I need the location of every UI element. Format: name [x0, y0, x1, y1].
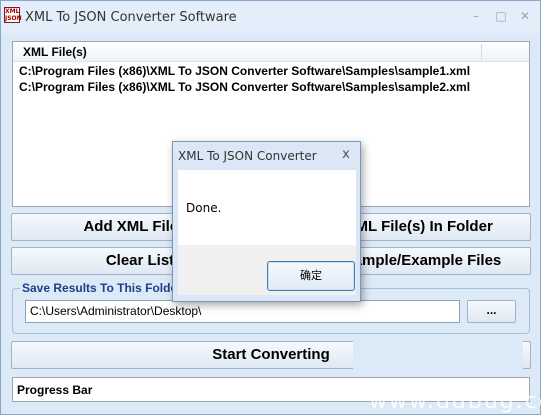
save-folder-label: Save Results To This Folder: [20, 281, 184, 295]
app-icon: XML JSON: [4, 7, 22, 23]
app-icon-text-bottom: JSON: [5, 15, 22, 22]
title-bar[interactable]: XML JSON XML To JSON Converter Software …: [1, 1, 540, 33]
progress-bar-label: Progress Bar: [17, 383, 93, 397]
done-dialog: XML To JSON Converter x Done. 确定: [172, 141, 361, 302]
dialog-footer: 确定: [178, 245, 356, 295]
list-item[interactable]: C:\Program Files (x86)\XML To JSON Conve…: [19, 80, 470, 94]
window-title: XML To JSON Converter Software: [25, 10, 237, 25]
dialog-body: Done.: [178, 170, 356, 245]
watermark: www.ddbug.cc: [369, 389, 541, 414]
dialog-title: XML To JSON Converter: [178, 149, 317, 163]
list-item[interactable]: C:\Program Files (x86)\XML To JSON Conve…: [19, 64, 470, 78]
obscured-area: [353, 339, 523, 377]
save-folder-input[interactable]: C:\Users\Administrator\Desktop\: [25, 300, 460, 323]
column-separator: [481, 44, 482, 60]
close-button[interactable]: ✕: [515, 7, 535, 25]
list-header[interactable]: XML File(s): [13, 42, 529, 62]
dialog-close-icon[interactable]: x: [337, 146, 355, 164]
dialog-message: Done.: [186, 201, 222, 215]
minimize-button[interactable]: –: [466, 7, 486, 25]
app-icon-text-top: XML: [5, 8, 20, 15]
column-header-xml-files[interactable]: XML File(s): [23, 45, 87, 59]
maximize-button[interactable]: □: [491, 7, 511, 25]
ok-button[interactable]: 确定: [267, 261, 355, 291]
browse-button[interactable]: ...: [467, 300, 516, 323]
